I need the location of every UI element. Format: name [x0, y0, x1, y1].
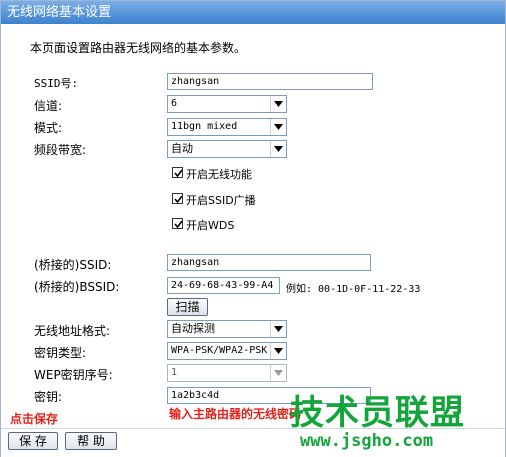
bridge-bssid-label: (桥接的)BSSID:: [34, 280, 120, 294]
intro-text: 本页面设置路由器无线网络的基本参数。: [30, 41, 247, 55]
bandwidth-select-value: 自动: [171, 142, 193, 155]
address-format-select-value: 自动探测: [171, 322, 215, 335]
bandwidth-select[interactable]: 自动: [167, 140, 287, 158]
help-button[interactable]: 帮 助: [65, 432, 117, 450]
enable-wireless-checkbox[interactable]: [172, 167, 183, 178]
chevron-down-icon[interactable]: [270, 119, 286, 135]
checkmark-icon: [174, 195, 183, 204]
enable-ssid-broadcast-checkbox[interactable]: [172, 193, 183, 204]
wep-index-select[interactable]: 1: [167, 364, 287, 382]
key-type-label: 密钥类型:: [34, 346, 87, 360]
ssid-input[interactable]: zhangsan: [167, 73, 373, 90]
wep-index-label: WEP密钥序号:: [34, 368, 113, 382]
bridge-bssid-input[interactable]: 24-69-68-43-99-A4: [167, 277, 280, 294]
click-save-annotation: 点击保存: [10, 412, 59, 426]
chevron-down-icon[interactable]: [270, 343, 286, 359]
bssid-example-hint: 例如: 00-1D-0F-11-22-33: [286, 284, 421, 295]
mode-select[interactable]: 11bgn mixed: [167, 118, 287, 136]
bridge-ssid-input[interactable]: zhangsan: [167, 254, 371, 271]
checkmark-icon: [174, 169, 183, 178]
key-label: 密钥:: [34, 390, 63, 404]
bridge-ssid-label: (桥接的)SSID:: [34, 258, 112, 272]
bandwidth-label: 频段带宽:: [34, 143, 87, 157]
chevron-down-icon[interactable]: [270, 365, 286, 381]
channel-select-value: 6: [171, 98, 178, 109]
enable-ssid-broadcast-label: 开启SSID广播: [186, 194, 256, 207]
key-type-select-value: WPA-PSK/WPA2-PSK: [171, 345, 268, 356]
chevron-down-icon[interactable]: [270, 96, 286, 112]
panel-titlebar: 无线网络基本设置: [1, 1, 505, 24]
channel-label: 信道:: [34, 99, 63, 113]
enable-wds-checkbox[interactable]: [172, 218, 183, 229]
key-type-select[interactable]: WPA-PSK/WPA2-PSK: [167, 342, 287, 360]
address-format-label: 无线地址格式:: [34, 324, 111, 338]
watermark-text: 技术员联盟: [290, 393, 465, 433]
channel-select[interactable]: 6: [167, 95, 287, 113]
address-format-select[interactable]: 自动探测: [167, 320, 287, 338]
watermark-url: www.jsgho.com: [300, 431, 434, 451]
save-button[interactable]: 保 存: [8, 432, 58, 450]
chevron-down-icon[interactable]: [270, 321, 286, 337]
ssid-label: SSID号:: [34, 77, 79, 90]
scan-button[interactable]: 扫描: [167, 298, 208, 316]
wep-index-select-value: 1: [171, 367, 178, 378]
chevron-down-icon[interactable]: [270, 141, 286, 157]
enable-wds-label: 开启WDS: [186, 219, 235, 232]
checkmark-icon: [174, 220, 183, 229]
watermark: 技术员联盟 www.jsgho.com: [290, 385, 470, 455]
mode-label: 模式:: [34, 121, 63, 135]
mode-select-value: 11bgn mixed: [171, 121, 238, 132]
enable-wireless-label: 开启无线功能: [186, 168, 252, 181]
enter-password-annotation: 输入主路由器的无线密码: [169, 407, 302, 421]
panel-title: 无线网络基本设置: [7, 5, 112, 20]
